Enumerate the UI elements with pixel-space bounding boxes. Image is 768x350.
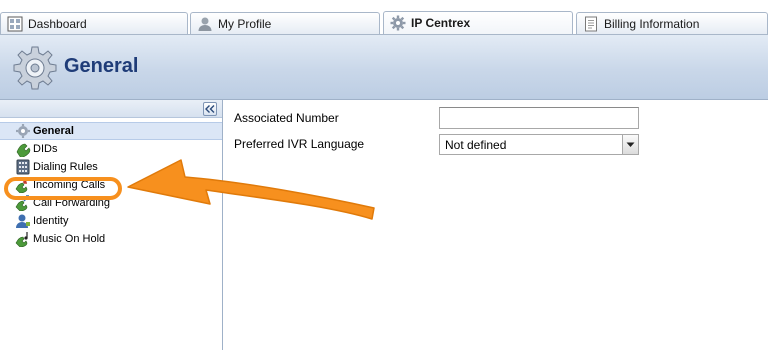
app-window: Dashboard My Profile IP Centrex Billing … [0,0,768,350]
music-on-hold-icon [15,232,28,247]
user-icon [198,17,212,31]
associated-number-label: Associated Number [234,111,339,125]
gear-icon [390,15,406,31]
main-content: Associated Number Preferred IVR Language… [224,100,768,350]
tab-label: Dashboard [28,16,87,31]
ivr-language-select[interactable]: Not defined [439,134,639,155]
sidebar-item-music-on-hold[interactable]: Music On Hold [0,230,222,248]
sidebar-item-label: Identity [33,215,69,227]
identity-icon [16,214,30,228]
sidebar-item-dids[interactable]: DIDs [0,140,222,158]
sidebar-item-general[interactable]: General [0,122,222,140]
dialpad-icon [16,159,30,175]
dids-icon [16,143,31,157]
sidebar: General DIDs Dialing Rules Incoming Call… [0,100,223,350]
page-title: General [64,55,139,77]
sidebar-item-label: Music On Hold [33,233,106,245]
tab-label: Billing Information [604,16,700,31]
double-chevron-left-icon [205,105,215,113]
select-dropdown-button[interactable] [622,135,638,154]
tab-bar: Dashboard My Profile IP Centrex Billing … [0,0,768,34]
gear-icon [16,124,30,138]
sidebar-item-identity[interactable]: Identity [0,212,222,230]
associated-number-input[interactable] [439,107,639,129]
ivr-language-label: Preferred IVR Language [234,137,365,151]
sidebar-item-label: DIDs [33,143,58,155]
sidebar-item-label: General [33,125,74,137]
tab-billing-information[interactable]: Billing Information [576,12,768,34]
document-icon [585,16,597,31]
page-header: General [0,34,768,100]
sidebar-item-label: Dialing Rules [33,161,98,173]
gear-icon [13,46,57,90]
tab-ip-centrex[interactable]: IP Centrex [383,11,573,34]
incoming-calls-highlight-ring [4,177,122,200]
sidebar-toolbar [0,100,222,118]
ivr-language-selected-value: Not defined [445,137,507,152]
tab-dashboard[interactable]: Dashboard [0,12,188,34]
tab-label: IP Centrex [411,16,471,30]
tab-my-profile[interactable]: My Profile [190,12,380,34]
tab-label: My Profile [218,16,272,31]
collapse-sidebar-button[interactable] [203,102,217,116]
sidebar-item-dialing-rules[interactable]: Dialing Rules [0,158,222,176]
chevron-down-icon [626,142,635,147]
dashboard-icon [7,16,23,31]
